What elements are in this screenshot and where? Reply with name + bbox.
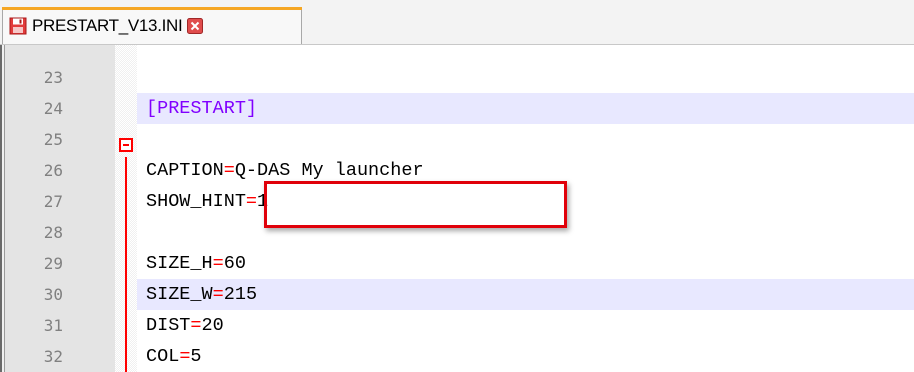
ini-value: 60	[223, 253, 246, 274]
line-number: 25	[43, 130, 63, 149]
ini-value: 215	[223, 284, 258, 305]
line-number: 26	[43, 161, 63, 180]
ini-operator: =	[179, 346, 191, 367]
ini-value: Q-DAS My launcher	[234, 160, 424, 181]
ini-key: COL	[146, 346, 180, 367]
editor-line-27[interactable]: 27 SHOW_HINT=1	[0, 186, 914, 217]
line-number: 23	[43, 68, 63, 87]
ini-key: SIZE_W	[146, 284, 213, 305]
notepad-plus-plus-window: PRESTART_V13.INI 23 24 [PRESTART] 25 26 …	[0, 0, 914, 372]
code-text: SIZE_H=60	[146, 248, 246, 279]
line-number: 27	[43, 192, 63, 211]
ini-operator: =	[212, 253, 224, 274]
ini-key: SHOW_HINT	[146, 191, 246, 212]
tab-filename: PRESTART_V13.INI	[32, 16, 183, 35]
active-tab-indicator	[2, 7, 302, 10]
fold-collapse-icon[interactable]	[119, 138, 133, 152]
code-text: COL=5	[146, 341, 202, 372]
editor-line-31[interactable]: 31 DIST=20	[0, 310, 914, 341]
line-number: 24	[43, 99, 63, 118]
ini-value: 5	[190, 346, 202, 367]
editor-line-28[interactable]: 28	[0, 217, 914, 248]
ini-key: CAPTION	[146, 160, 224, 181]
code-text: CAPTION=Q-DAS My launcher	[146, 155, 424, 186]
ini-operator: =	[190, 315, 202, 336]
ini-operator: =	[223, 160, 235, 181]
ini-key: SIZE_H	[146, 253, 213, 274]
line-number: 28	[43, 223, 63, 242]
code-text: SIZE_W=215	[146, 279, 257, 310]
floppy-disk-icon	[9, 17, 27, 35]
ini-key: DIST	[146, 315, 191, 336]
line-number: 29	[43, 254, 63, 273]
line-number: 31	[43, 316, 63, 335]
code-text: SHOW_HINT=1	[146, 186, 268, 217]
ini-operator: =	[212, 284, 224, 305]
editor-left-border	[0, 45, 5, 372]
editor-line-23[interactable]: 23	[0, 62, 914, 93]
editor-lines: 23 24 [PRESTART] 25 26 CAPTION=Q-DAS My …	[0, 62, 914, 372]
line-number: 30	[43, 285, 63, 304]
line-number: 32	[43, 347, 63, 366]
ini-operator: =	[245, 191, 258, 212]
close-tab-icon[interactable]	[187, 18, 204, 34]
code-text: DIST=20	[146, 310, 224, 341]
file-tab[interactable]: PRESTART_V13.INI	[2, 7, 302, 44]
editor-line-26[interactable]: 26 CAPTION=Q-DAS My launcher	[0, 155, 914, 186]
editor-line-24[interactable]: 24 [PRESTART]	[0, 93, 914, 124]
ini-value: 1	[257, 191, 269, 212]
text-editor[interactable]: 23 24 [PRESTART] 25 26 CAPTION=Q-DAS My …	[0, 45, 914, 372]
editor-line-32[interactable]: 32 COL=5	[0, 341, 914, 372]
editor-line-29[interactable]: 29 SIZE_H=60	[0, 248, 914, 279]
tab-bar: PRESTART_V13.INI	[0, 0, 914, 45]
section-header-text: [PRESTART]	[146, 98, 258, 119]
fold-range-line	[125, 157, 127, 372]
editor-line-25[interactable]: 25	[0, 124, 914, 155]
ini-value: 20	[201, 315, 224, 336]
editor-line-30[interactable]: 30 SIZE_W=215	[0, 279, 914, 310]
